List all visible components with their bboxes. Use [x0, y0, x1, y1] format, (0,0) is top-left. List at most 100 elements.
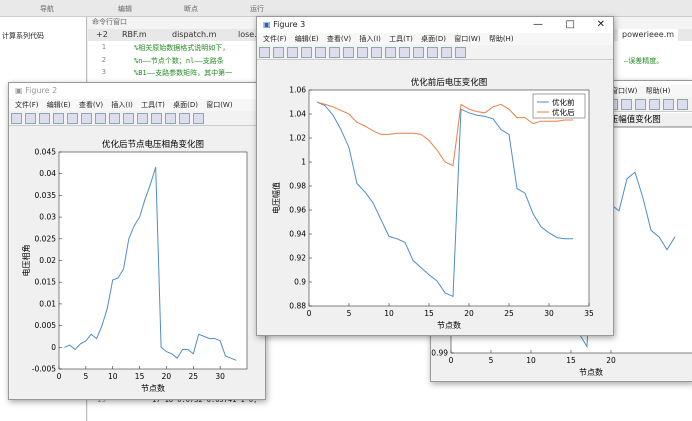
y-tick-label: 0.88 — [289, 302, 306, 311]
link-icon[interactable] — [413, 47, 424, 58]
nav-label: 导航 — [40, 5, 54, 13]
x-tick-label: 5 — [83, 372, 88, 381]
figure-icon: ▣ — [263, 20, 271, 29]
y-tick-label: 0.98 — [289, 182, 306, 191]
x-tick-label: 30 — [215, 372, 225, 381]
x-tick-label: 0 — [307, 309, 312, 318]
run-label: 运行 — [250, 5, 264, 13]
y-tick-label: 0.025 — [35, 234, 57, 243]
tab-powerieee[interactable]: powerieee.m — [618, 29, 679, 41]
new-figure-icon[interactable] — [259, 47, 270, 58]
menu-insert[interactable]: 插入(I) — [111, 101, 133, 109]
pan-icon[interactable] — [357, 47, 368, 58]
x-tick-label: 25 — [189, 372, 199, 381]
code-line[interactable]: %B1——支路参数矩阵，其中第一 — [134, 68, 232, 78]
y-tick-label: 0.045 — [35, 148, 57, 157]
maximize-button[interactable]: □ — [566, 17, 575, 33]
x-tick-label: 15 — [135, 372, 145, 381]
menu-edit[interactable]: 编辑(E) — [295, 35, 319, 43]
legend-label: 优化后 — [552, 107, 575, 117]
zoom-out-icon[interactable] — [95, 113, 106, 124]
menu-tools[interactable]: 工具(T) — [389, 35, 413, 43]
figure-icon: ▣ — [15, 86, 23, 95]
x-tick-label: 15 — [566, 356, 576, 365]
menu-window[interactable]: 窗口(W) — [611, 87, 637, 95]
code-line[interactable]: %相关原始数据格式说明如下， — [134, 43, 229, 53]
y-axis-label: 电压相角 — [21, 245, 31, 277]
save-icon[interactable] — [287, 47, 298, 58]
y-tick-label: 0.03 — [39, 213, 56, 222]
line-number: 2 — [101, 55, 106, 64]
datatip-icon[interactable] — [137, 113, 148, 124]
menu-view[interactable]: 查看(V) — [327, 35, 351, 43]
colorbar-icon[interactable] — [427, 47, 438, 58]
brush-icon[interactable] — [399, 47, 410, 58]
x-axis-label: 节点数 — [141, 383, 165, 393]
figure2-titlebar[interactable]: ▣ Figure 2 — [9, 83, 265, 99]
zoom-in-icon[interactable] — [81, 113, 92, 124]
new-figure-icon[interactable] — [11, 113, 22, 124]
menu-desktop[interactable]: 桌面(D) — [421, 35, 446, 43]
legend-icon[interactable] — [193, 113, 204, 124]
brush-icon[interactable] — [151, 113, 162, 124]
datatip-icon[interactable] — [385, 47, 396, 58]
x-tick-label: 10 — [384, 309, 394, 318]
link-icon[interactable] — [165, 113, 176, 124]
menu-window[interactable]: 窗口(W) — [206, 101, 232, 109]
tab-dispatch[interactable]: dispatch.m — [168, 29, 220, 41]
chart-title: 优化后节点电压相角变化图 — [102, 139, 204, 150]
figure2-window: ▣ Figure 2 文件(F) 编辑(E) 查看(V) 插入(I) 工具(T)… — [8, 82, 266, 400]
toolbar-icon[interactable] — [663, 99, 674, 110]
open-icon[interactable] — [273, 47, 284, 58]
pan-icon[interactable] — [109, 113, 120, 124]
x-tick-label: 5 — [347, 309, 352, 318]
folder-item[interactable]: 计算系列代码 — [2, 31, 44, 41]
figure2-title: Figure 2 — [25, 86, 58, 95]
y-tick-label: 1.02 — [289, 134, 306, 143]
rotate-icon[interactable] — [123, 113, 134, 124]
print-icon[interactable] — [53, 113, 64, 124]
legend-icon[interactable] — [441, 47, 452, 58]
menu-file[interactable]: 文件(F) — [15, 101, 39, 109]
zoom-in-icon[interactable] — [329, 47, 340, 58]
line-number: 3 — [101, 68, 106, 77]
tab-count[interactable]: +2 — [92, 29, 112, 41]
pointer-icon[interactable] — [67, 113, 78, 124]
voltage-comparison-chart: 优化前后电压变化图 0 5 10 15 20 25 30 35 0.88 0.9 0.92 0.94 0.… — [271, 77, 594, 330]
print-icon[interactable] — [301, 47, 312, 58]
y-tick-label: 0.015 — [35, 278, 57, 287]
menu-view[interactable]: 查看(V) — [79, 101, 103, 109]
menu-help[interactable]: 帮助(H) — [489, 35, 514, 43]
colorbar-icon[interactable] — [179, 113, 190, 124]
figure2-plot: 优化后节点电压相角变化图 0 5 10 15 20 25 30 -0.005 0 0.005 0.01… — [9, 126, 265, 399]
rotate-icon[interactable] — [371, 47, 382, 58]
y-tick-label: 0.02 — [39, 256, 56, 265]
zoom-out-icon[interactable] — [343, 47, 354, 58]
minimize-button[interactable]: — — [533, 17, 543, 33]
save-icon[interactable] — [39, 113, 50, 124]
figure3-titlebar[interactable]: ▣ Figure 3 — □ ✕ — [257, 17, 613, 33]
menu-help[interactable]: 帮助(H) — [646, 87, 671, 95]
toolbar-icon[interactable] — [635, 99, 646, 110]
y-tick-label: 0 — [51, 343, 56, 352]
menu-tools[interactable]: 工具(T) — [141, 101, 165, 109]
property-icon[interactable] — [455, 47, 466, 58]
menu-insert[interactable]: 插入(I) — [359, 35, 381, 43]
close-button[interactable]: ✕ — [597, 17, 605, 33]
open-icon[interactable] — [25, 113, 36, 124]
pointer-icon[interactable] — [315, 47, 326, 58]
code-line[interactable]: %n——节点个数；nl——支路条 — [134, 56, 224, 66]
figure3-plot: 优化前后电压变化图 0 5 10 15 20 25 30 35 0.88 0.9 0.92 0.94 0.… — [257, 60, 613, 335]
tab-rbf[interactable]: RBF.m — [118, 29, 151, 41]
menu-file[interactable]: 文件(F) — [263, 35, 287, 43]
menu-edit[interactable]: 编辑(E) — [47, 101, 71, 109]
toolbar-icon[interactable] — [677, 99, 688, 110]
menu-window[interactable]: 窗口(W) — [454, 35, 480, 43]
menu-desktop[interactable]: 桌面(D) — [173, 101, 198, 109]
y-tick-label: 0.92 — [289, 254, 306, 263]
toolbar-icon[interactable] — [621, 99, 632, 110]
x-tick-label: 30 — [544, 309, 554, 318]
toolbar-icon[interactable] — [649, 99, 660, 110]
x-tick-label: 20 — [606, 356, 616, 365]
edit-label: 编辑 — [118, 5, 132, 13]
